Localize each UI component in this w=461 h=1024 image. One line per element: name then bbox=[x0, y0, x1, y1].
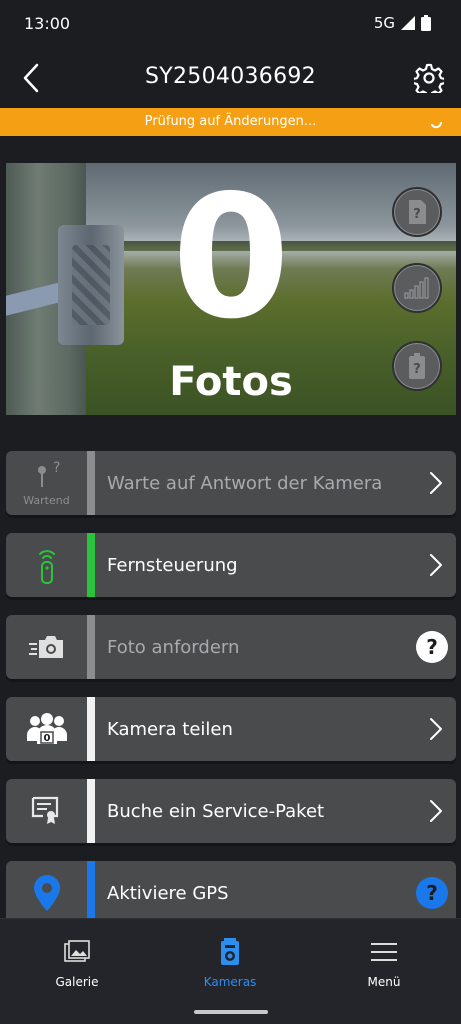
tab-cameras[interactable]: Kameras bbox=[170, 937, 290, 989]
page-title: SY2504036692 bbox=[145, 64, 316, 89]
svg-text:?: ? bbox=[53, 460, 60, 476]
menu-icon-cell: ? Wartend bbox=[6, 451, 87, 515]
battery-icon bbox=[421, 15, 431, 31]
location-pin-icon bbox=[33, 875, 60, 911]
share-count: 0 bbox=[43, 733, 50, 744]
help-badge[interactable]: ? bbox=[416, 877, 448, 909]
certificate-icon bbox=[31, 796, 58, 824]
menu-separator bbox=[87, 697, 95, 761]
home-indicator bbox=[194, 1010, 268, 1014]
sync-banner: Prüfung auf Änderungen... bbox=[0, 108, 461, 136]
network-type: 5G bbox=[373, 14, 395, 32]
menu-item-label: Warte auf Antwort der Kamera bbox=[107, 472, 383, 494]
signal-icon bbox=[401, 16, 415, 30]
tab-gallery[interactable]: Galerie bbox=[17, 937, 137, 989]
menu-separator bbox=[87, 861, 95, 925]
menu-item-activate-gps[interactable]: Aktiviere GPS ? bbox=[6, 861, 456, 925]
chevron-right-icon bbox=[416, 697, 456, 761]
tab-label: Menü bbox=[367, 975, 401, 989]
sd-card-status-button[interactable]: ? bbox=[392, 187, 442, 237]
menu-item-label: Buche ein Service-Paket bbox=[107, 800, 325, 822]
remote-control-icon bbox=[38, 550, 55, 584]
menu-item-remote-control[interactable]: Fernsteuerung bbox=[6, 533, 456, 597]
tab-label: Kameras bbox=[203, 975, 257, 989]
battery-unknown-icon: ? bbox=[409, 353, 425, 379]
menu-icon-cell bbox=[6, 615, 87, 679]
signal-status-button[interactable] bbox=[392, 263, 442, 313]
tab-label: Galerie bbox=[55, 975, 99, 989]
chevron-right-icon bbox=[416, 533, 456, 597]
sync-banner-text: Prüfung auf Änderungen... bbox=[144, 114, 317, 129]
hamburger-icon bbox=[371, 943, 397, 961]
svg-text:?: ? bbox=[413, 362, 421, 377]
status-indicators: 5G bbox=[374, 14, 431, 32]
menu-separator bbox=[87, 779, 95, 843]
bottom-tab-bar: Galerie Kameras Menü bbox=[0, 918, 461, 1024]
menu-item-label: Fernsteuerung bbox=[107, 554, 238, 576]
help-badge[interactable]: ? bbox=[416, 631, 448, 663]
menu-item-request-photo[interactable]: Foto anfordern ? bbox=[6, 615, 456, 679]
menu-separator bbox=[87, 615, 95, 679]
menu-separator bbox=[87, 451, 95, 515]
camera-hero: 0 Fotos ? ? bbox=[6, 163, 456, 415]
menu-separator bbox=[87, 533, 95, 597]
users-icon: 0 bbox=[26, 713, 67, 744]
menu-item-label: Aktiviere GPS bbox=[107, 882, 229, 904]
chevron-right-icon bbox=[416, 451, 456, 515]
settings-button[interactable] bbox=[411, 60, 447, 96]
menu-item-camera-response[interactable]: ? Wartend Warte auf Antwort der Kamera bbox=[6, 451, 456, 515]
status-bar: 13:00 5G bbox=[0, 0, 461, 48]
svg-text:?: ? bbox=[413, 207, 421, 222]
menu-item-label: Foto anfordern bbox=[107, 636, 240, 658]
battery-status-button[interactable]: ? bbox=[392, 341, 442, 391]
menu-item-service-package[interactable]: Buche ein Service-Paket bbox=[6, 779, 456, 843]
menu-icon-cell: 0 bbox=[6, 697, 87, 761]
signal-bars-icon bbox=[404, 277, 429, 299]
menu-icon-cell bbox=[6, 861, 87, 925]
photo-count: 0 bbox=[171, 163, 291, 357]
gear-icon bbox=[414, 63, 444, 93]
trail-camera-icon bbox=[221, 938, 239, 965]
tab-menu[interactable]: Menü bbox=[324, 937, 444, 989]
menu-item-share-camera[interactable]: 0 Kamera teilen bbox=[6, 697, 456, 761]
photo-count-label: Fotos bbox=[169, 359, 293, 405]
spinner-icon bbox=[431, 122, 442, 129]
menu-item-label: Kamera teilen bbox=[107, 718, 233, 740]
menu-icon-cell bbox=[6, 779, 87, 843]
sd-card-unknown-icon: ? bbox=[409, 200, 426, 224]
status-time: 13:00 bbox=[24, 14, 71, 33]
camera-flash-icon bbox=[28, 636, 63, 658]
key-icon: ? bbox=[37, 460, 60, 487]
menu-icon-cell bbox=[6, 533, 87, 597]
chevron-right-icon bbox=[416, 779, 456, 843]
gallery-icon bbox=[64, 940, 90, 962]
app-header: SY2504036692 bbox=[0, 48, 461, 108]
waiting-caption: Wartend bbox=[23, 493, 70, 507]
